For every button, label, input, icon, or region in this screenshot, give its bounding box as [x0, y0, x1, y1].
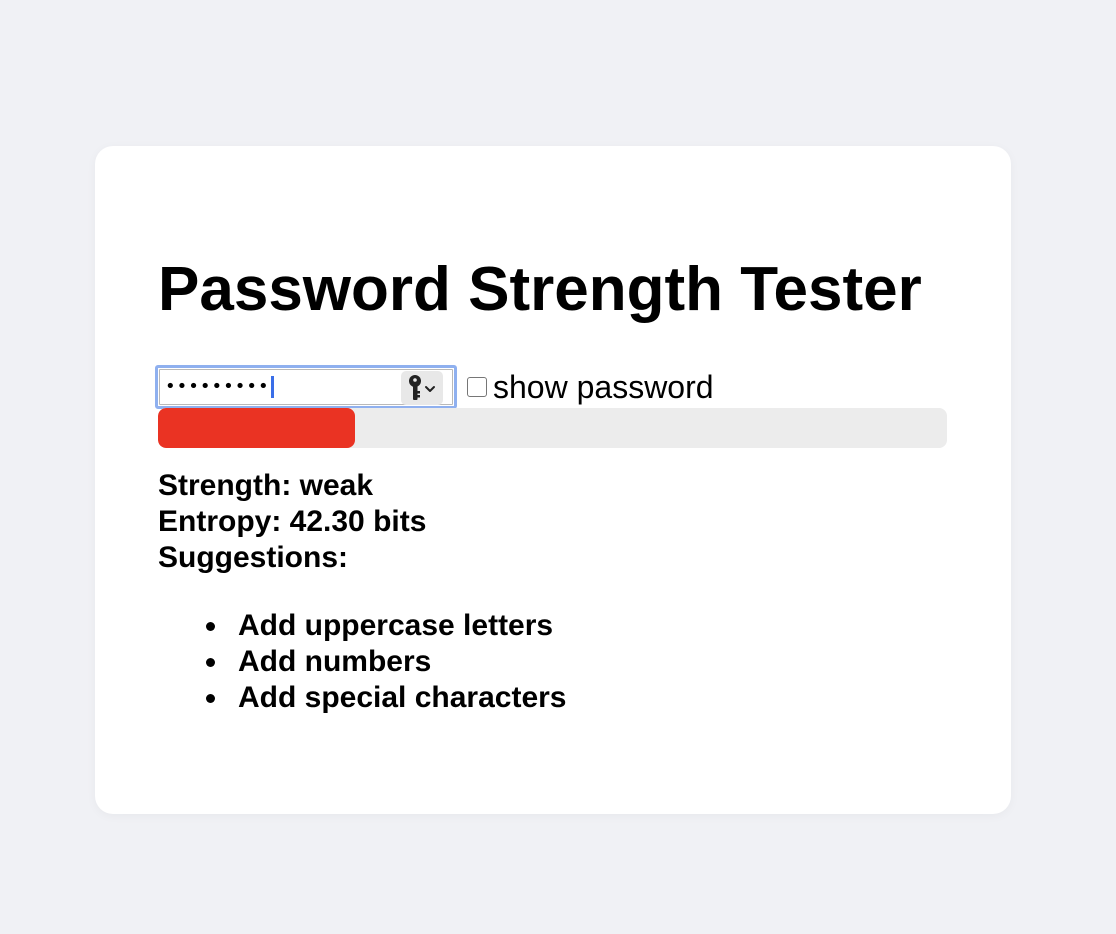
suggestions-list: Add uppercase letters Add numbers Add sp…	[206, 608, 567, 716]
strength-info: Strength: weak Entropy: 42.30 bits Sugge…	[158, 468, 426, 576]
password-row: ••••••••• show password	[155, 365, 714, 409]
bullet-icon	[206, 622, 215, 631]
suggestions-heading: Suggestions:	[158, 541, 349, 574]
page-title: Password Strength Tester	[158, 255, 922, 324]
suggestion-item: Add special characters	[206, 680, 567, 716]
strength-text: Strength: weak	[158, 469, 374, 502]
password-manager-key-button[interactable]	[401, 371, 443, 405]
key-icon	[409, 375, 435, 400]
strength-meter	[158, 408, 947, 448]
strength-meter-fill	[158, 408, 356, 448]
suggestion-text: Add uppercase letters	[238, 609, 554, 642]
suggestion-text: Add special characters	[238, 681, 567, 714]
bullet-icon	[206, 658, 215, 667]
suggestion-item: Add numbers	[206, 644, 567, 680]
suggestion-text: Add numbers	[238, 645, 432, 678]
bullet-icon	[206, 694, 215, 703]
password-value: •••••••••	[165, 375, 274, 399]
suggestion-item: Add uppercase letters	[206, 608, 567, 644]
show-password-checkbox[interactable]	[467, 377, 487, 397]
text-caret	[270, 376, 274, 398]
password-input[interactable]: •••••••••	[155, 365, 457, 409]
entropy-text: Entropy: 42.30 bits	[158, 505, 427, 538]
password-tester-card: Password Strength Tester ••••••••• show …	[95, 146, 1011, 814]
password-masked-text: •••••••••	[165, 376, 270, 397]
show-password-label: show password	[493, 369, 714, 405]
